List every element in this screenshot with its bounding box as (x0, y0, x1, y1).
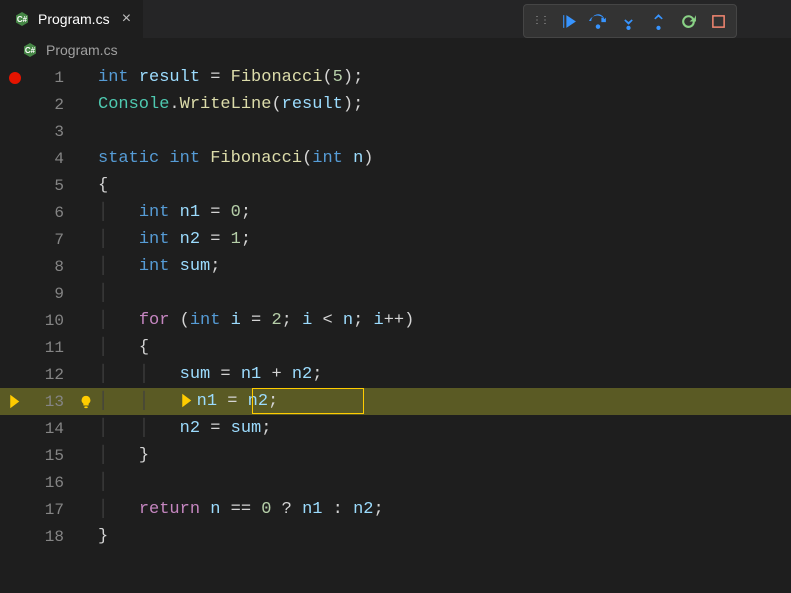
line-number: 15 (30, 447, 74, 465)
breadcrumb[interactable]: C# Program.cs (0, 38, 791, 64)
code-text[interactable]: │ } (98, 442, 149, 469)
line-number: 13 (30, 393, 74, 411)
code-text[interactable]: │ │ n2 = sum; (98, 415, 271, 442)
code-line[interactable]: 6 │ int n1 = 0; (0, 199, 791, 226)
code-text[interactable]: │ int n1 = 0; (98, 199, 251, 226)
breadcrumb-label: Program.cs (46, 42, 118, 58)
code-line[interactable]: 17 │ return n == 0 ? n1 : n2; (0, 496, 791, 523)
tab-program-cs[interactable]: C# Program.cs × (0, 0, 144, 38)
code-line[interactable]: 9│ (0, 280, 791, 307)
restart-button[interactable] (674, 8, 702, 34)
code-line[interactable]: 15 │ } (0, 442, 791, 469)
gutter[interactable] (0, 394, 30, 409)
code-line[interactable]: 4 static int Fibonacci(int n) (0, 145, 791, 172)
code-text[interactable]: { (98, 172, 108, 199)
code-text[interactable]: Console.WriteLine(result); (98, 91, 363, 118)
gutter[interactable] (0, 72, 30, 84)
execution-pointer-icon (8, 394, 23, 409)
line-number: 9 (30, 285, 74, 303)
code-text[interactable]: static int Fibonacci(int n) (98, 145, 373, 172)
code-text[interactable]: │ return n == 0 ? n1 : n2; (98, 496, 384, 523)
code-line[interactable]: 8 │ int sum; (0, 253, 791, 280)
code-line[interactable]: 18} (0, 523, 791, 550)
code-line[interactable]: 14 │ │ n2 = sum; (0, 415, 791, 442)
code-text[interactable]: int result = Fibonacci(5); (98, 64, 363, 91)
tab-label: Program.cs (38, 11, 110, 27)
step-out-button[interactable] (644, 8, 672, 34)
line-number: 7 (30, 231, 74, 249)
code-text[interactable]: │ │ sum = n1 + n2; (98, 361, 322, 388)
svg-text:C#: C# (17, 15, 28, 24)
step-into-button[interactable] (614, 8, 642, 34)
code-text[interactable]: │ { (98, 334, 149, 361)
inline-execution-arrow-icon (180, 393, 195, 408)
close-tab-icon[interactable]: × (122, 10, 132, 28)
code-text[interactable]: │ for (int i = 2; i < n; i++) (98, 307, 414, 334)
toolbar-grip-icon[interactable]: ⋮⋮ (528, 11, 552, 31)
code-text[interactable]: │ │ n1 = n2; (98, 388, 278, 415)
lightbulb-icon[interactable] (79, 395, 93, 409)
code-line[interactable]: 7 │ int n2 = 1; (0, 226, 791, 253)
code-line[interactable]: 5{ (0, 172, 791, 199)
line-number: 11 (30, 339, 74, 357)
code-line[interactable]: 2 Console.WriteLine(result); (0, 91, 791, 118)
step-over-button[interactable] (584, 8, 612, 34)
line-number: 17 (30, 501, 74, 519)
code-text[interactable]: │ (98, 280, 139, 307)
line-number: 16 (30, 474, 74, 492)
line-number: 14 (30, 420, 74, 438)
line-number: 3 (30, 123, 74, 141)
line-number: 1 (30, 69, 74, 87)
csharp-file-icon: C# (14, 11, 30, 27)
svg-text:C#: C# (25, 46, 36, 55)
code-line[interactable]: 3 (0, 118, 791, 145)
code-text[interactable]: │ int n2 = 1; (98, 226, 251, 253)
code-line[interactable]: 16 │ (0, 469, 791, 496)
code-line[interactable]: 10 │ for (int i = 2; i < n; i++) (0, 307, 791, 334)
line-number: 8 (30, 258, 74, 276)
code-line[interactable]: 11 │ { (0, 334, 791, 361)
debug-toolbar: ⋮⋮ (523, 4, 737, 38)
code-text[interactable]: } (98, 523, 108, 550)
line-number: 12 (30, 366, 74, 384)
line-number: 18 (30, 528, 74, 546)
line-number: 4 (30, 150, 74, 168)
code-line[interactable]: 12 │ │ sum = n1 + n2; (0, 361, 791, 388)
code-line[interactable]: 1 int result = Fibonacci(5); (0, 64, 791, 91)
csharp-file-icon: C# (22, 42, 38, 58)
line-number: 5 (30, 177, 74, 195)
breakpoint-icon[interactable] (9, 72, 21, 84)
code-line[interactable]: 13 │ │ n1 = n2; (0, 388, 791, 415)
code-text[interactable]: │ (98, 469, 139, 496)
code-editor[interactable]: 1 int result = Fibonacci(5); 2 Console.Writ… (0, 64, 791, 550)
glyph-margin[interactable] (74, 395, 98, 409)
line-number: 6 (30, 204, 74, 222)
line-number: 2 (30, 96, 74, 114)
code-text[interactable]: │ int sum; (98, 253, 220, 280)
stop-button[interactable] (704, 8, 732, 34)
continue-button[interactable] (554, 8, 582, 34)
line-number: 10 (30, 312, 74, 330)
